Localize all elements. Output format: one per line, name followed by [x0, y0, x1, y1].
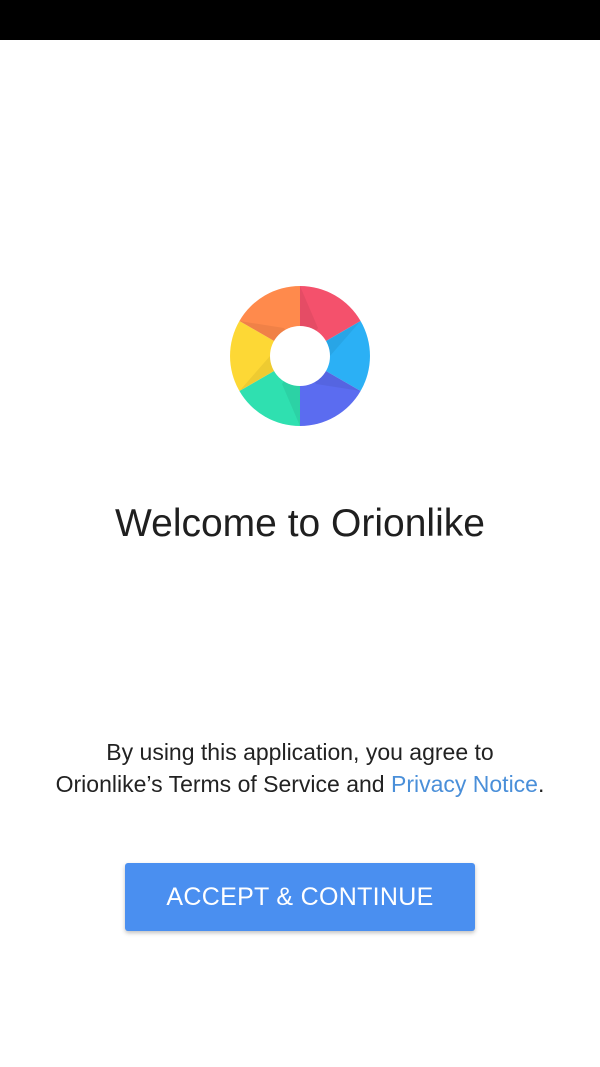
terms-notice: By using this application, you agree to …	[50, 736, 550, 800]
terms-suffix: .	[537, 771, 545, 797]
welcome-title: Welcome to Orionlike	[115, 502, 485, 545]
orionlike-logo-icon	[230, 286, 370, 426]
terms-middle: and	[339, 771, 391, 797]
privacy-notice-link[interactable]: Privacy Notice	[391, 771, 538, 797]
status-bar	[0, 0, 600, 40]
terms-of-service-link[interactable]: Terms of Service	[169, 771, 340, 797]
accept-continue-button[interactable]: ACCEPT & CONTINUE	[125, 863, 475, 931]
